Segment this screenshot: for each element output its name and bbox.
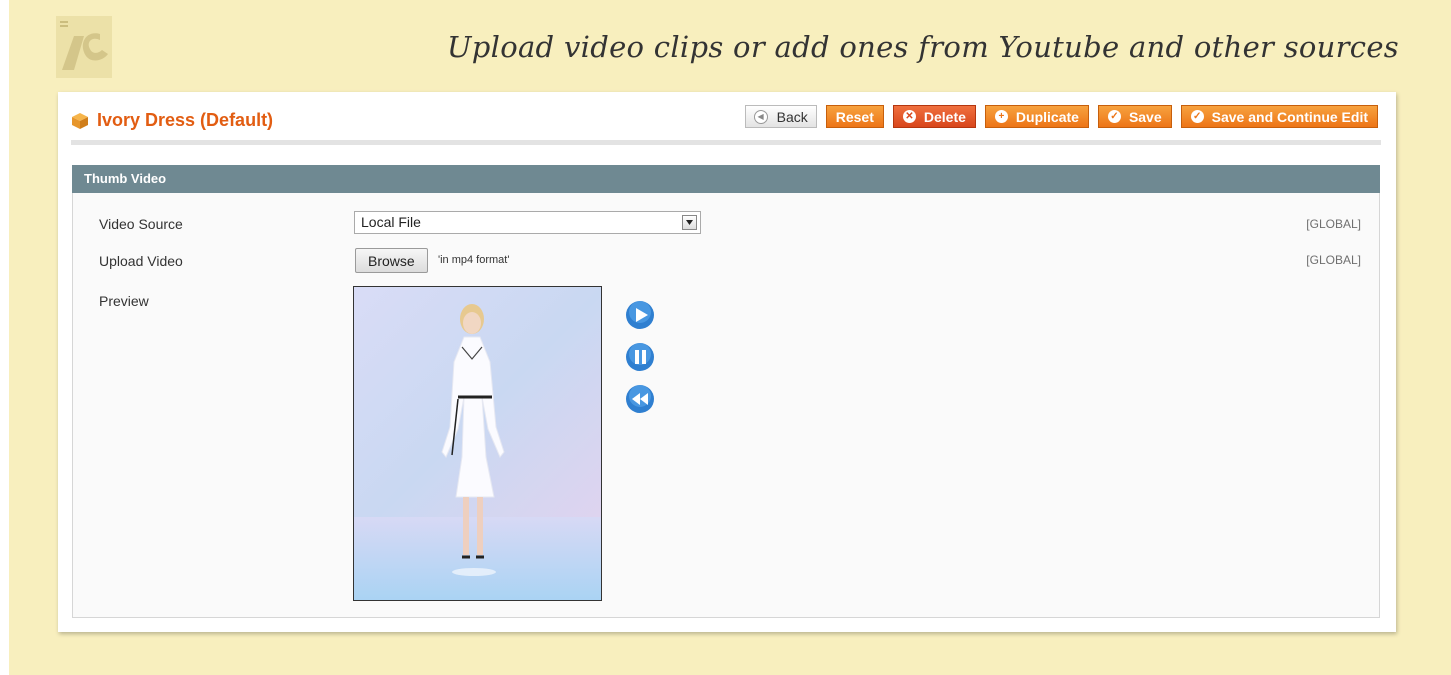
- back-label: Back: [776, 108, 808, 125]
- page-header: Ivory Dress (Default) ◀ Back Reset ✕ Del…: [71, 102, 1381, 145]
- video-source-select[interactable]: Local File: [354, 211, 701, 234]
- save-continue-icon: ✓: [1190, 110, 1204, 123]
- product-edit-panel: Ivory Dress (Default) ◀ Back Reset ✕ Del…: [58, 92, 1396, 632]
- upload-video-label: Upload Video: [99, 253, 183, 269]
- dropdown-arrow-icon: [682, 215, 697, 230]
- save-icon: ✓: [1107, 110, 1121, 123]
- upload-format-note: 'in mp4 format': [438, 254, 510, 266]
- duplicate-button[interactable]: + Duplicate: [984, 105, 1089, 128]
- video-frame-image: [354, 304, 601, 600]
- video-source-value: Local File: [361, 214, 421, 230]
- video-preview[interactable]: [353, 286, 602, 601]
- toolbar: ◀ Back Reset ✕ Delete + Duplicate ✓ Save…: [736, 105, 1378, 128]
- browse-button[interactable]: Browse: [355, 248, 428, 273]
- reset-button[interactable]: Reset: [825, 105, 884, 128]
- delete-button[interactable]: ✕ Delete: [892, 105, 976, 128]
- pause-icon[interactable]: [625, 342, 655, 372]
- video-source-label: Video Source: [99, 216, 183, 232]
- page-title: Ivory Dress (Default): [71, 110, 273, 131]
- preview-label: Preview: [99, 293, 149, 309]
- save-label: Save: [1128, 108, 1162, 125]
- save-continue-button[interactable]: ✓ Save and Continue Edit: [1180, 105, 1378, 128]
- frame-edge: [0, 0, 9, 675]
- box-icon: [72, 112, 88, 129]
- back-icon: ◀: [753, 109, 768, 124]
- delete-icon: ✕: [902, 110, 916, 123]
- play-icon[interactable]: [625, 300, 655, 330]
- rewind-icon[interactable]: [625, 384, 655, 414]
- video-source-scope: [GLOBAL]: [1306, 217, 1361, 231]
- tagline: Upload video clips or add ones from Yout…: [447, 30, 1399, 64]
- section-title: Thumb Video: [72, 165, 1380, 193]
- duplicate-label: Duplicate: [1015, 108, 1079, 125]
- page-title-text: Ivory Dress (Default): [97, 110, 274, 130]
- delete-label: Delete: [923, 108, 966, 125]
- upload-video-scope: [GLOBAL]: [1306, 253, 1361, 267]
- save-button[interactable]: ✓ Save: [1097, 105, 1172, 128]
- thumb-video-fieldset: Video Source Local File [GLOBAL] Upload …: [72, 193, 1380, 618]
- save-continue-label: Save and Continue Edit: [1211, 108, 1368, 125]
- logo-icon: [56, 16, 112, 78]
- back-button[interactable]: ◀ Back: [744, 105, 817, 128]
- reset-label: Reset: [835, 108, 874, 125]
- duplicate-icon: +: [994, 110, 1008, 123]
